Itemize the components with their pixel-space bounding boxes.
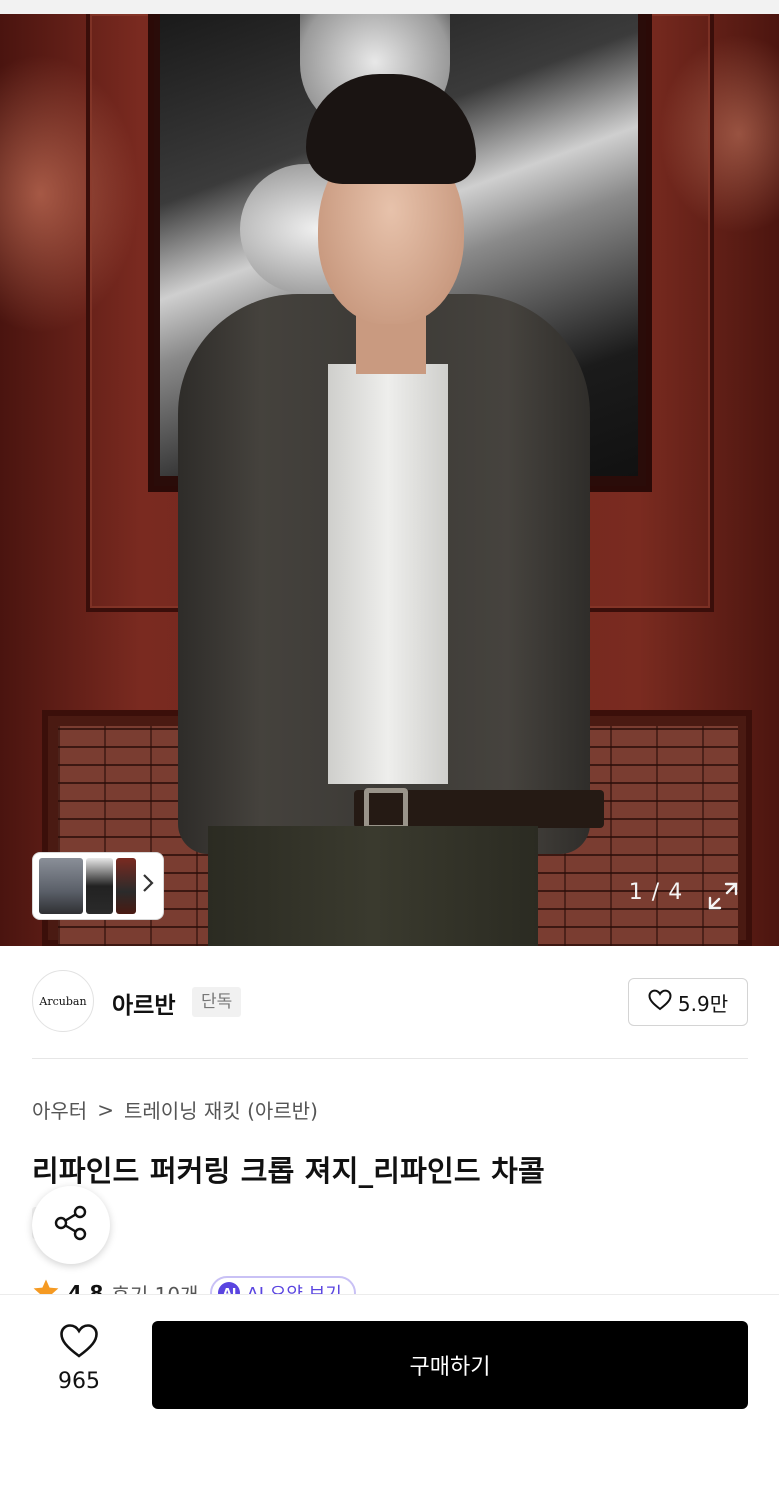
breadcrumb-item-outer[interactable]: 아우터 (32, 1095, 87, 1124)
status-bar-strip (0, 0, 779, 14)
thumbnail-2[interactable] (85, 858, 114, 914)
expand-icon[interactable] (706, 880, 740, 912)
heart-icon (648, 989, 672, 1015)
share-button[interactable] (32, 1186, 110, 1264)
model-pants (208, 826, 538, 946)
thumbnail-strip[interactable] (32, 852, 164, 920)
bottom-action-bar: 965 구매하기 (0, 1294, 779, 1500)
product-title: 리파인드 퍼커링 크롭 져지_리파인드 차콜 (32, 1154, 545, 1188)
product-hero-image[interactable] (0, 14, 779, 946)
model-shirt (328, 364, 448, 784)
image-page-counter: 1 / 4 (628, 880, 684, 905)
model-hair (306, 74, 476, 184)
breadcrumb: 아우터 > 트레이닝 재킷 (아르반) (32, 1095, 318, 1124)
brand-name[interactable]: 아르반 (112, 986, 175, 1020)
wishlist-button[interactable]: 965 (40, 1323, 118, 1399)
buy-button[interactable]: 구매하기 (152, 1321, 748, 1409)
heart-icon (59, 1323, 99, 1363)
brand-like-button[interactable]: 5.9만 (628, 978, 748, 1026)
wishlist-count: 965 (58, 1369, 100, 1394)
breadcrumb-separator: > (97, 1097, 114, 1122)
brand-exclusive-badge: 단독 (192, 987, 242, 1017)
brand-row: Arcuban 아르반 단독 5.9만 (32, 970, 748, 1034)
section-divider (32, 1058, 748, 1059)
thumbnail-3[interactable] (116, 858, 137, 914)
thumbnail-1[interactable] (39, 858, 83, 914)
brand-logo[interactable]: Arcuban (32, 970, 94, 1032)
breadcrumb-item-category[interactable]: 트레이닝 재킷 (아르반) (124, 1095, 318, 1124)
model (178, 74, 604, 946)
share-icon (52, 1205, 90, 1245)
brand-like-count: 5.9만 (677, 991, 729, 1016)
chevron-right-icon[interactable] (139, 873, 157, 899)
model-belt-buckle (364, 788, 408, 830)
